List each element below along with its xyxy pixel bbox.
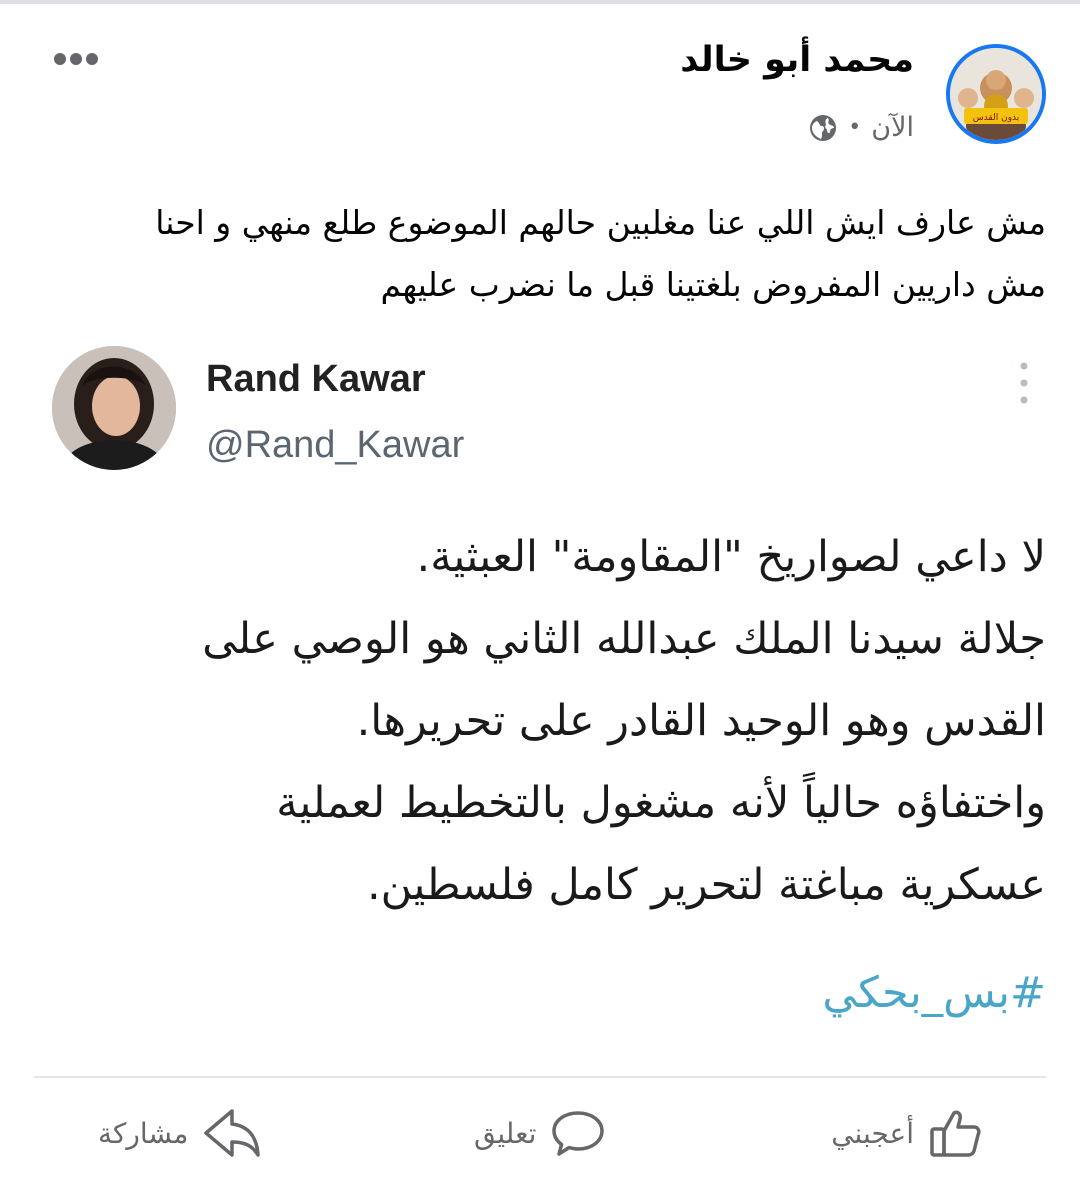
tweet-hashtag: #بس_بحكي bbox=[822, 968, 1046, 1018]
like-button[interactable]: أعجبني bbox=[831, 1098, 984, 1168]
more-horizontal-icon bbox=[54, 53, 98, 65]
share-label: مشاركة bbox=[98, 1116, 189, 1150]
tweet-image[interactable]: Rand Kawar @Rand_Kawar لا داعي لصواريخ "… bbox=[34, 336, 1046, 1072]
thumbs-up-icon bbox=[930, 1110, 981, 1157]
tweet-avatar bbox=[52, 346, 176, 470]
tweet-body-line: لا داعي لصواريخ "المقاومة" العبثية. bbox=[416, 532, 1046, 582]
share-button[interactable]: مشاركة bbox=[98, 1098, 262, 1168]
globe-icon[interactable] bbox=[808, 113, 838, 143]
post-timestamp[interactable]: الآن bbox=[871, 112, 914, 143]
post-text-line: مش عارف ايش اللي عنا مغلبين حالهم الموضو… bbox=[155, 203, 1046, 242]
more-options-button[interactable] bbox=[50, 44, 102, 74]
action-divider bbox=[34, 1076, 1046, 1078]
comment-icon bbox=[552, 1111, 605, 1156]
like-label: أعجبني bbox=[831, 1116, 914, 1150]
meta-separator: • bbox=[848, 115, 862, 140]
post-text-line: مش داريين المفروض بلغتينا قبل ما نضرب عل… bbox=[380, 265, 1046, 304]
tweet-body-line: عسكرية مباغتة لتحرير كامل فلسطين. bbox=[366, 860, 1046, 910]
comment-label: تعليق bbox=[474, 1116, 537, 1150]
post-text: مش عارف ايش اللي عنا مغلبين حالهم الموضو… bbox=[36, 192, 1046, 316]
author-name[interactable]: محمد أبو خالد bbox=[680, 40, 914, 80]
tweet-author-handle: @Rand_Kawar bbox=[206, 424, 465, 466]
tweet-body-line: القدس وهو الوحيد القادر على تحريرها. bbox=[356, 696, 1046, 746]
svg-text:بدون القدس: بدون القدس bbox=[973, 113, 1020, 123]
tweet-body-line: واختفاؤه حالياً لأنه مشغول بالتخطيط لعمل… bbox=[276, 778, 1046, 828]
tweet-body: لا داعي لصواريخ "المقاومة" العبثية. جلال… bbox=[34, 516, 1046, 926]
author-avatar[interactable]: بدون القدس bbox=[946, 44, 1046, 144]
post-meta: الآن • bbox=[808, 112, 914, 143]
tweet-body-line: جلالة سيدنا الملك عبدالله الثاني هو الوص… bbox=[202, 614, 1046, 664]
comment-button[interactable]: تعليق bbox=[474, 1098, 606, 1168]
avatar-image: بدون القدس bbox=[950, 48, 1042, 140]
more-vertical-icon bbox=[1020, 362, 1028, 404]
share-icon bbox=[204, 1109, 261, 1157]
top-divider bbox=[0, 0, 1080, 4]
tweet-author-name: Rand Kawar bbox=[206, 358, 426, 400]
